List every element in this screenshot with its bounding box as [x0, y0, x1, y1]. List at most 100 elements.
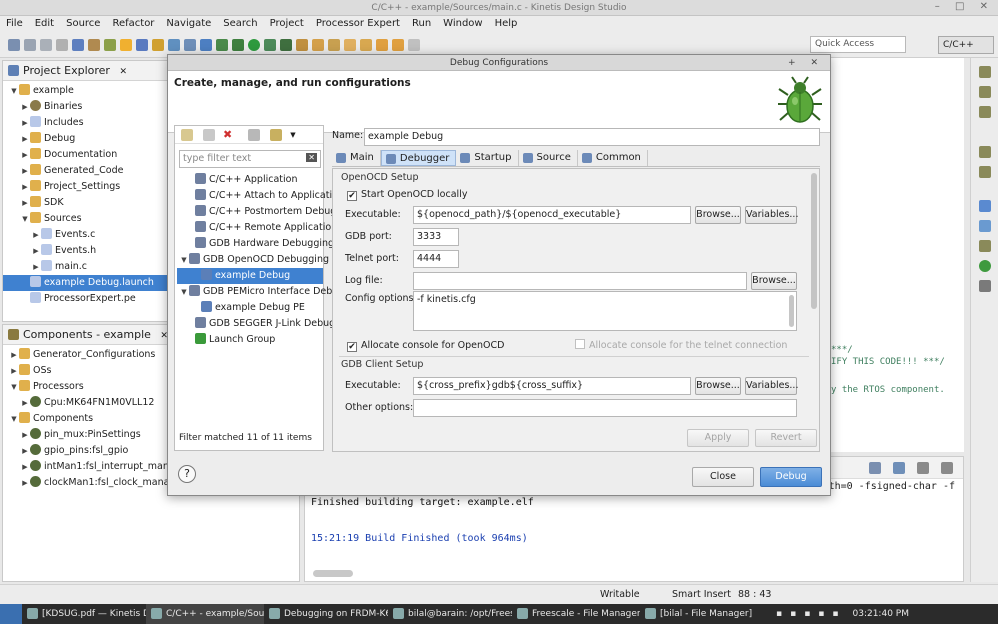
start-openocd-checkbox[interactable]: Start OpenOCD locally [347, 187, 467, 203]
close-button[interactable]: Close [692, 467, 754, 487]
clear-filter-icon[interactable]: ✕ [306, 153, 317, 162]
tree-twistie-icon[interactable]: ▶ [20, 395, 30, 411]
tab-main[interactable]: Main [332, 150, 381, 166]
openocd-executable-input[interactable]: ${openocd_path}/${openocd_executable} [413, 206, 691, 224]
code-editor[interactable]: ***/ IFY THIS CODE!!! ***/ y the RTOS co… [830, 58, 964, 452]
tree-twistie-icon[interactable]: ▼ [179, 284, 189, 300]
other-options-input[interactable] [413, 399, 797, 417]
menu-search[interactable]: Search [223, 16, 257, 32]
tab-source[interactable]: Source [519, 150, 578, 166]
revert-button[interactable]: Revert [755, 429, 817, 447]
tree-twistie-icon[interactable]: ▶ [31, 227, 41, 243]
tree-twistie-icon[interactable]: ▶ [20, 99, 30, 115]
chevron-down-icon[interactable]: ▼ [290, 131, 295, 139]
maximize-icon[interactable]: □ [955, 1, 970, 12]
external-tools-icon[interactable] [280, 38, 292, 51]
config-tree-item[interactable]: ▼ GDB PEMicro Interface Debug [177, 284, 344, 300]
hammer-icon[interactable] [88, 38, 100, 51]
maximize-icon[interactable]: + [788, 58, 802, 68]
tab-common[interactable]: Common [578, 150, 648, 166]
menu-refactor[interactable]: Refactor [112, 16, 154, 32]
task-browser[interactable]: Debugging on FRDM-K6... [264, 604, 388, 624]
config-options-textarea[interactable]: -f kinetis.cfg [413, 291, 797, 331]
search-tool-icon[interactable] [328, 38, 340, 51]
horizontal-scrollbar[interactable] [313, 570, 353, 577]
tree-twistie-icon[interactable]: ▶ [20, 163, 30, 179]
config-tree-item[interactable]: C/C++ Remote Application [177, 220, 337, 236]
close-icon[interactable]: ✕ [980, 1, 994, 12]
minimize-icon[interactable] [917, 462, 929, 474]
config-name-input[interactable]: example Debug [364, 128, 820, 146]
tree-twistie-icon[interactable]: ▶ [31, 243, 41, 259]
flash-icon[interactable] [120, 38, 132, 51]
new-file-icon[interactable] [200, 38, 212, 51]
config-tree-item[interactable]: C/C++ Attach to Application [177, 188, 344, 204]
start-menu-icon[interactable] [0, 604, 22, 624]
tree-twistie-icon[interactable]: ▼ [179, 252, 189, 268]
tag-icon[interactable] [978, 240, 991, 252]
textarea-scrollbar[interactable] [789, 295, 794, 327]
tree-twistie-icon[interactable]: ▼ [20, 211, 30, 227]
restore-icon[interactable] [978, 66, 991, 78]
window-controls[interactable]: – □ ✕ [935, 1, 994, 12]
close-icon[interactable]: ✕ [810, 58, 824, 68]
outline-icon[interactable] [978, 86, 991, 98]
config-tree-item[interactable]: ▼ GDB OpenOCD Debugging [177, 252, 329, 268]
maximize-icon[interactable] [941, 462, 953, 474]
debug-button[interactable]: Debug [760, 467, 822, 487]
include-icon[interactable] [978, 220, 991, 232]
checkbox-unchecked[interactable] [575, 339, 585, 349]
perspective-cpp-button[interactable]: C/C++ [938, 36, 994, 54]
menu-run[interactable]: Run [412, 16, 431, 32]
task-terminal[interactable]: bilal@barain: /opt/Frees... [388, 604, 512, 624]
openocd-variables-button[interactable]: Variables... [745, 206, 798, 224]
menu-file[interactable]: File [6, 16, 23, 32]
lightning-icon[interactable] [152, 38, 164, 51]
tree-twistie-icon[interactable]: ▶ [20, 131, 30, 147]
tab-debugger[interactable]: Debugger [380, 150, 457, 166]
bookmark-icon[interactable] [978, 166, 991, 178]
config-tree-item[interactable]: C/C++ Postmortem Debugger [177, 204, 352, 220]
tree-twistie-icon[interactable]: ▶ [20, 443, 30, 459]
vertical-scrollbar[interactable] [811, 173, 817, 309]
new-class-icon[interactable] [184, 38, 196, 51]
run-icon[interactable] [248, 38, 260, 51]
checkbox-checked[interactable] [347, 191, 357, 201]
close-icon[interactable]: ✕ [119, 67, 127, 77]
tree-twistie-icon[interactable]: ▶ [20, 459, 30, 475]
menu-edit[interactable]: Edit [35, 16, 54, 32]
gdb-executable-input[interactable]: ${cross_prefix}gdb${cross_suffix} [413, 377, 691, 395]
restore-icon[interactable] [978, 146, 991, 158]
build-icon[interactable] [72, 38, 84, 51]
tree-twistie-icon[interactable]: ▼ [9, 379, 19, 395]
run-config-icon[interactable] [264, 38, 276, 51]
allocate-console-checkbox[interactable]: Allocate console for OpenOCD [347, 338, 504, 354]
tree-twistie-icon[interactable]: ▼ [9, 83, 19, 99]
menu-processor-expert[interactable]: Processor Expert [316, 16, 400, 32]
delete-config-icon[interactable]: ✖ [223, 128, 232, 141]
outline-view-icon[interactable] [978, 200, 991, 212]
filter-input[interactable]: type filter text [179, 150, 321, 168]
prev-annotation-icon[interactable] [360, 38, 372, 51]
build-config-icon[interactable] [104, 38, 116, 51]
config-tree-item[interactable]: Launch Group [177, 332, 323, 348]
task-icon[interactable] [978, 106, 991, 118]
task-file-manager-bilal[interactable]: [bilal - File Manager] [640, 604, 762, 624]
forward-icon[interactable] [392, 38, 404, 51]
telnet-port-input[interactable]: 4444 [413, 250, 459, 268]
open-folder-icon[interactable] [296, 38, 308, 51]
help-icon[interactable]: ? [178, 465, 196, 483]
menu-source[interactable]: Source [66, 16, 100, 32]
config-tree-item[interactable]: example Debug PE [177, 300, 323, 316]
new-icon[interactable] [8, 38, 20, 51]
apply-button[interactable]: Apply [687, 429, 749, 447]
gdb-port-input[interactable]: 3333 [413, 228, 459, 246]
openocd-browse-button[interactable]: Browse... [695, 206, 741, 224]
next-annotation-icon[interactable] [344, 38, 356, 51]
tree-twistie-icon[interactable]: ▶ [20, 195, 30, 211]
forward-disabled-icon[interactable] [408, 38, 420, 51]
config-tree-item[interactable]: GDB SEGGER J-Link Debugging [177, 316, 356, 332]
tab-startup[interactable]: Startup [456, 150, 519, 166]
refresh-icon[interactable] [216, 38, 228, 51]
tree-twistie-icon[interactable]: ▶ [31, 259, 41, 275]
